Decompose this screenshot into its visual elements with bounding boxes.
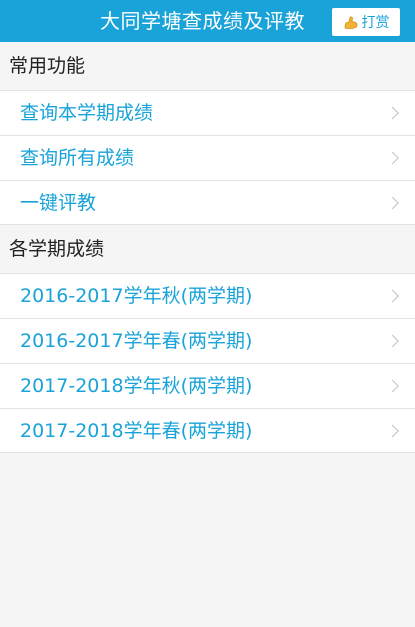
chevron-right-icon [386,196,399,209]
list-item-label: 查询所有成绩 [20,147,135,169]
list-item-term[interactable]: 2017-2018学年春(两学期) [0,408,415,453]
list-item-one-click-evaluation[interactable]: 一键评教 [0,180,415,225]
section-title-terms: 各学期成绩 [0,225,415,273]
list-item-term[interactable]: 2016-2017学年秋(两学期) [0,273,415,318]
term-grades-list: 2016-2017学年秋(两学期) 2016-2017学年春(两学期) 2017… [0,273,415,453]
list-item-label: 查询本学期成绩 [20,102,154,124]
list-item-term[interactable]: 2017-2018学年秋(两学期) [0,363,415,408]
list-item-label: 一键评教 [20,192,97,214]
chevron-right-icon [386,379,399,393]
chevron-right-icon [386,289,399,303]
flexed-arm-icon [343,14,359,30]
list-item-label: 2017-2018学年春(两学期) [20,420,253,442]
common-functions-list: 查询本学期成绩 查询所有成绩 一键评教 [0,90,415,225]
chevron-right-icon [386,106,399,120]
section-title-common: 常用功能 [0,42,415,90]
chevron-right-icon [386,424,399,437]
list-item-label: 2016-2017学年春(两学期) [20,330,253,352]
list-item-all-grades[interactable]: 查询所有成绩 [0,135,415,180]
chevron-right-icon [386,334,399,348]
reward-label: 打赏 [361,15,390,31]
list-item-label: 2017-2018学年秋(两学期) [20,375,253,397]
list-item-term[interactable]: 2016-2017学年春(两学期) [0,318,415,363]
list-item-label: 2016-2017学年秋(两学期) [20,285,253,307]
list-item-current-term-grades[interactable]: 查询本学期成绩 [0,90,415,135]
app-header: 大同学塘查成绩及评教 打赏 [0,0,415,42]
chevron-right-icon [386,151,399,165]
reward-button[interactable]: 打赏 [332,8,400,36]
